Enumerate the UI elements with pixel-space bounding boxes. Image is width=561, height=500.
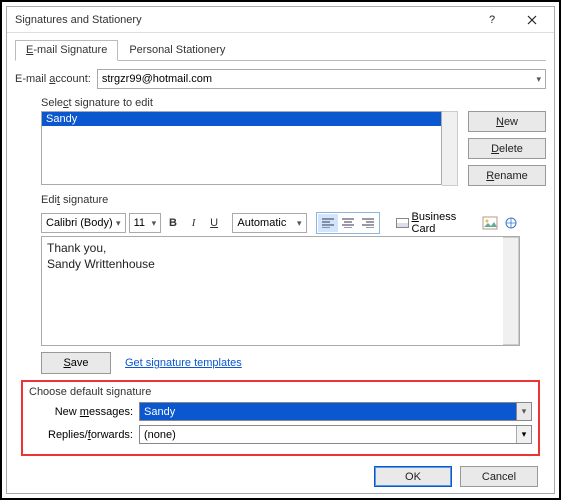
chevron-down-icon: ▾ [536,74,541,85]
cancel-button[interactable]: Cancel [460,466,538,487]
font-size-select[interactable]: 11▾ [129,213,162,233]
align-right-button[interactable] [358,214,378,232]
save-button[interactable]: Save [41,352,111,374]
tab-personal-stationery[interactable]: Personal Stationery [118,40,236,61]
tab-email-signature[interactable]: E-mail Signature [15,40,118,61]
signature-editor[interactable]: Thank you, Sandy Writtenhouse [41,236,520,346]
dialog-footer: OK Cancel [15,460,546,493]
delete-button[interactable]: Delete [468,138,546,159]
close-button[interactable] [512,8,552,32]
align-center-button[interactable] [338,214,358,232]
chevron-down-icon: ▾ [516,426,531,443]
insert-hyperlink-button[interactable] [502,213,520,233]
signature-listbox[interactable]: Sandy [41,111,442,185]
new-messages-label: New messages: [29,406,139,418]
chevron-down-icon: ▾ [297,218,302,229]
list-item[interactable]: Sandy [42,112,441,126]
help-button[interactable]: ? [472,8,512,32]
default-signature-frame: Choose default signature New messages: S… [21,380,540,456]
editor-toolbar: Calibri (Body)▾ 11▾ B I U Automatic▾ [41,210,520,236]
new-button[interactable]: New [468,111,546,132]
email-account-combo[interactable]: strgzr99@hotmail.com ▾ [97,69,546,89]
underline-button[interactable]: U [205,213,223,233]
get-templates-link[interactable]: Get signature templates [125,357,242,369]
insert-picture-button[interactable] [481,213,499,233]
edit-signature-label: Edit signature [41,194,546,206]
rename-button[interactable]: Rename [468,165,546,186]
scrollbar-vertical[interactable] [442,111,458,186]
replies-forwards-select[interactable]: (none) ▾ [139,425,532,444]
email-account-label: E-mail account: [15,73,91,85]
alignment-group [316,212,380,234]
email-account-value: strgzr99@hotmail.com [102,73,212,85]
font-family-select[interactable]: Calibri (Body)▾ [41,213,126,233]
chevron-down-icon: ▾ [152,218,157,229]
replies-forwards-label: Replies/forwards: [29,429,139,441]
chevron-down-icon: ▾ [116,218,121,229]
business-card-button[interactable]: Business Card [391,213,478,233]
ok-button[interactable]: OK [374,466,452,487]
new-messages-select[interactable]: Sandy ▾ [139,402,532,421]
card-icon [396,218,408,228]
chevron-down-icon: ▾ [516,403,531,420]
picture-icon [482,216,498,230]
italic-button[interactable]: I [185,213,203,233]
tabstrip: E-mail Signature Personal Stationery [15,39,546,61]
titlebar: Signatures and Stationery ? [7,7,554,33]
select-signature-label: Select signature to edit [41,97,546,109]
scrollbar-vertical[interactable] [503,237,519,345]
link-icon [503,216,519,230]
bold-button[interactable]: B [164,213,182,233]
window-title: Signatures and Stationery [15,14,472,26]
font-color-select[interactable]: Automatic▾ [232,213,306,233]
dialog-signatures-stationery: Signatures and Stationery ? E-mail Signa… [6,6,555,494]
default-signature-title: Choose default signature [29,386,532,398]
align-left-button[interactable] [318,214,338,232]
editor-text: Thank you, Sandy Writtenhouse [42,237,503,345]
